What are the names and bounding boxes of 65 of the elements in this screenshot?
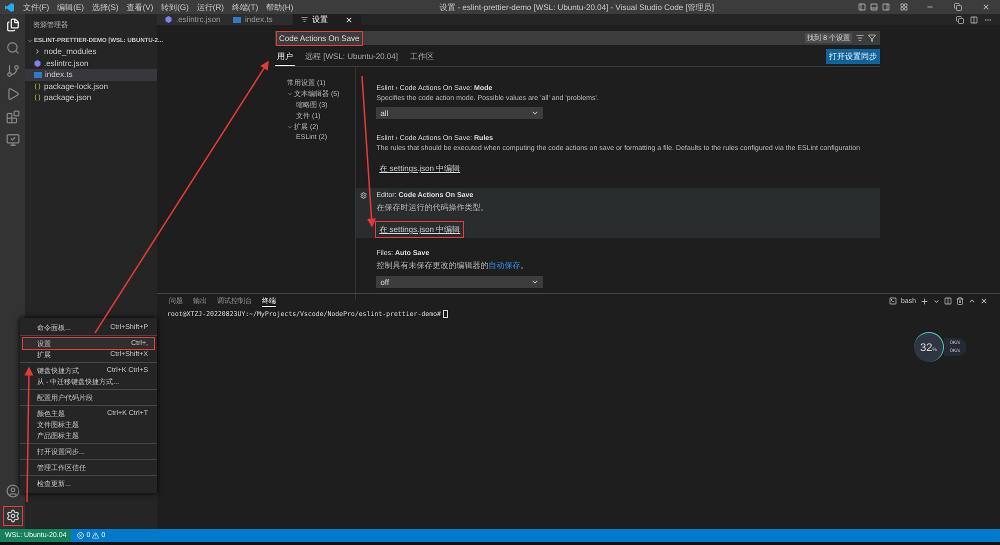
- edit-in-settings-json-link[interactable]: 在 settings.json 中编辑: [376, 161, 464, 176]
- setting-description: 在保存时运行的代码操作类型。: [376, 202, 490, 213]
- braces-icon: [34, 94, 41, 102]
- chevron-right-icon: [34, 48, 41, 56]
- chevron-up-icon[interactable]: [968, 297, 976, 305]
- edit-in-settings-json-link[interactable]: 在 settings.json 中编辑: [376, 222, 464, 237]
- eslint-icon: [165, 16, 172, 23]
- eslint-icon: [34, 60, 41, 67]
- setting-dropdown[interactable]: all: [376, 107, 544, 119]
- file-item[interactable]: package-lock.json: [25, 80, 157, 92]
- open-json-icon[interactable]: [956, 16, 964, 24]
- chevron-down-icon[interactable]: [933, 298, 940, 304]
- menu-bar-item[interactable]: 转到(G): [157, 2, 193, 12]
- account-icon[interactable]: [6, 484, 20, 498]
- close-icon[interactable]: [980, 297, 988, 305]
- scope-tab[interactable]: 远程 [WSL: Ubuntu-20.04]: [303, 48, 400, 65]
- panel-right-icon[interactable]: [882, 3, 890, 11]
- auto-save-link[interactable]: 自动保存: [488, 261, 520, 270]
- typescript-icon: [34, 72, 42, 78]
- editor-tab[interactable]: 设置: [293, 14, 361, 25]
- panel-left-icon[interactable]: [858, 3, 866, 11]
- menu-bar-item[interactable]: 文件(F): [19, 2, 54, 12]
- chevron-down-icon: [531, 109, 540, 117]
- search-icon[interactable]: [6, 41, 20, 55]
- sync-button[interactable]: 打开设置同步: [826, 49, 880, 64]
- plus-icon[interactable]: [920, 296, 929, 306]
- menu-bar-item[interactable]: 编辑(E): [53, 2, 88, 12]
- run-debug-icon[interactable]: [6, 87, 20, 101]
- file-item[interactable]: package.json: [25, 92, 157, 104]
- scope-tab[interactable]: 用户: [275, 48, 295, 66]
- chevron-down-icon: [531, 278, 540, 286]
- split-editor-icon[interactable]: [970, 16, 978, 24]
- menu-bar-item[interactable]: 查看(V): [122, 2, 158, 12]
- extensions-icon[interactable]: [6, 110, 20, 124]
- clear-filter-icon[interactable]: [856, 34, 864, 42]
- terminal-icon: [888, 297, 897, 305]
- setting-description: 控制具有未保存更改的编辑器的自动保存。: [376, 260, 530, 271]
- trash-icon[interactable]: [956, 297, 964, 305]
- scope-tab[interactable]: 工作区: [408, 48, 436, 65]
- braces-icon: [34, 82, 41, 90]
- panel-bottom-icon[interactable]: [870, 3, 878, 11]
- file-item[interactable]: node_modules: [25, 46, 157, 58]
- filter-icon[interactable]: [868, 34, 876, 42]
- setting-dropdown[interactable]: off: [376, 276, 544, 288]
- typescript-icon: [233, 16, 241, 22]
- gear-icon[interactable]: [360, 192, 368, 199]
- restore-icon[interactable]: [954, 3, 962, 11]
- menu-bar-item[interactable]: 终端(T): [228, 2, 262, 12]
- file-item[interactable]: .eslintrc.json: [25, 58, 157, 69]
- split-terminal-icon[interactable]: [944, 297, 952, 305]
- close-icon[interactable]: [982, 3, 990, 11]
- editor-tab[interactable]: .eslintrc.json: [157, 14, 225, 25]
- editor-tab[interactable]: index.ts: [225, 14, 293, 25]
- menu-bar-item[interactable]: 帮助(H): [262, 2, 298, 12]
- menu-bar-item[interactable]: 选择(S): [88, 2, 123, 12]
- source-control-icon[interactable]: [6, 64, 20, 78]
- search-value: Code Actions On Save: [279, 34, 360, 42]
- file-item[interactable]: index.ts: [25, 69, 157, 80]
- layout-icon[interactable]: [900, 3, 908, 11]
- files-icon[interactable]: [6, 18, 20, 32]
- window-title: 设置 - eslint-prettier-demo [WSL: Ubuntu-20.04] - Visual Studio Code [管理员]: [438, 2, 715, 12]
- terminal-cursor: [442, 310, 448, 318]
- menu-bar-item[interactable]: 运行(R): [192, 2, 228, 12]
- remote-explorer-icon[interactable]: [6, 133, 20, 147]
- vscode-logo-icon: [5, 2, 14, 12]
